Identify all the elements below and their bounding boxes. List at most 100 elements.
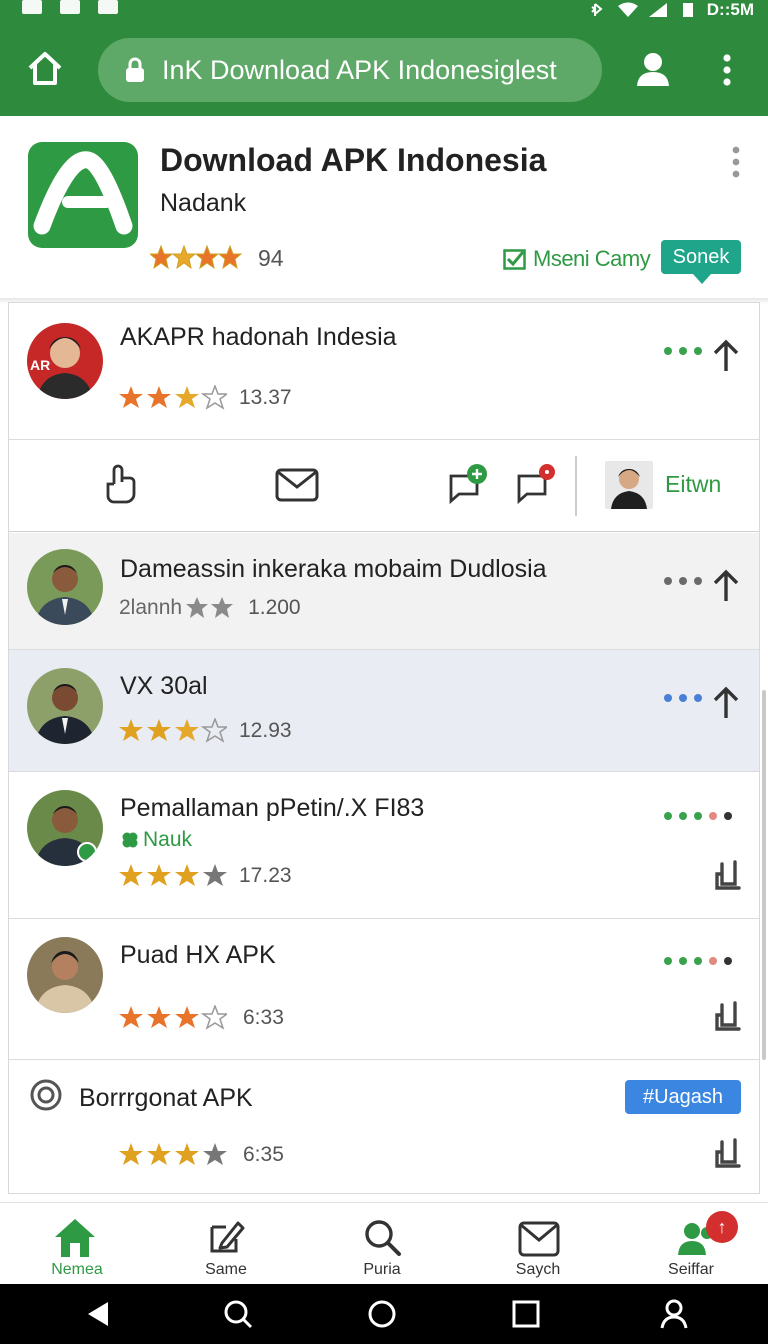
item-title: AKAPR hadonah Indesia (120, 323, 397, 351)
app-logo-icon[interactable] (28, 142, 138, 248)
avatar (27, 937, 103, 1013)
sonek-badge-button[interactable]: Sonek (661, 240, 741, 284)
star-rating-icon (119, 864, 227, 886)
item-rating: 17.23 (119, 863, 292, 889)
svg-text:AR: AR (30, 357, 50, 373)
hand-icon[interactable] (103, 464, 139, 504)
list-item[interactable]: Puad HX APK 6:33 (9, 919, 759, 1060)
signal-icon (648, 3, 667, 17)
assistant-icon[interactable] (658, 1298, 690, 1330)
verified-label: Mseni Camy (503, 246, 651, 272)
item-tag: Nauk (121, 828, 192, 852)
list-item[interactable]: AR AKAPR hadonah Indesia 13.37 (9, 303, 759, 440)
item-badge[interactable]: #Uagash (625, 1080, 741, 1114)
notification-icons (22, 0, 118, 14)
search-icon[interactable] (222, 1298, 254, 1330)
profile-icon[interactable] (632, 48, 674, 90)
item-rating: 6:35 (119, 1142, 284, 1168)
star-rating-icon (150, 244, 242, 270)
app-rating: 94 (150, 244, 284, 272)
download-icon[interactable] (713, 858, 743, 892)
item-rating: 2lannh 1.200 (119, 596, 301, 620)
search-icon (365, 1220, 401, 1256)
clover-icon (122, 832, 138, 848)
avatar (605, 461, 653, 509)
arrow-up-icon[interactable] (711, 686, 741, 720)
avatar (27, 668, 103, 744)
item-rating-value: 13.37 (239, 386, 292, 409)
divider (575, 456, 577, 516)
home-circle-icon[interactable] (366, 1298, 398, 1330)
item-action-bar: Eitwn (9, 440, 759, 532)
item-subtitle: 2lannh (119, 596, 183, 619)
item-rating: 13.37 (119, 385, 292, 411)
avatar (27, 549, 103, 625)
more-dots-icon[interactable] (664, 812, 732, 820)
arrow-up-icon[interactable] (711, 569, 741, 603)
bluetooth-icon (591, 3, 603, 16)
item-rating: 6:33 (119, 1005, 284, 1031)
list-item[interactable]: Damеassin inkeraka mobaim Dudlosia 2lann… (9, 533, 759, 650)
item-title: Damеassin inkeraka mobaim Dudlosia (120, 555, 547, 583)
target-icon (30, 1079, 62, 1111)
item-title: Borrrgonat APK (79, 1084, 253, 1112)
address-bar[interactable]: InK Download APK Indonesiglest (98, 38, 602, 102)
more-dots-icon[interactable] (664, 694, 702, 702)
star-rating-icon (119, 1143, 227, 1165)
action-user-label[interactable]: Eitwn (665, 471, 721, 498)
checkbox-icon (503, 249, 526, 270)
url-text: InK Download APK Indonesiglest (162, 54, 557, 85)
item-title: VX 30al (120, 672, 208, 700)
item-title: Pemallaman pPetin/.X FI83 (120, 794, 425, 822)
chat-add-icon[interactable] (445, 462, 489, 506)
app-developer[interactable]: Nadank (160, 189, 246, 218)
wifi-icon (617, 2, 638, 17)
item-rating-value: 6:35 (243, 1143, 284, 1166)
home-icon[interactable] (24, 48, 66, 90)
download-icon[interactable] (713, 999, 743, 1033)
item-rating-value: 6:33 (243, 1006, 284, 1029)
bottom-nav: Nemea Same Puria Saych ↑ Seiffar (0, 1202, 768, 1284)
notification-icon (22, 0, 42, 14)
list-item[interactable]: Pemallaman pPetin/.X FI83 Nauk 17.23 (9, 772, 759, 919)
item-rating-value: 12.93 (239, 719, 292, 742)
notification-icon (98, 0, 118, 14)
back-icon[interactable] (82, 1298, 114, 1330)
nav-item-same[interactable]: Same (149, 1203, 303, 1285)
more-dots-icon[interactable] (664, 577, 702, 585)
app-rating-value: 94 (258, 244, 284, 271)
system-nav-bar (0, 1284, 768, 1344)
status-time: D::5M (706, 0, 754, 19)
scrollbar[interactable] (762, 690, 766, 1060)
app-title: Download APK Indonesia (160, 142, 547, 178)
recents-icon[interactable] (510, 1298, 542, 1330)
list-item[interactable]: Borrrgonat APK #Uagash 6:35 (9, 1060, 759, 1193)
more-vert-icon[interactable] (714, 50, 740, 90)
app-list: AR AKAPR hadonah Indesia 13.37 Eitwn Dam… (8, 302, 760, 1194)
chat-alert-icon[interactable] (515, 462, 559, 506)
nav-item-saych[interactable]: Saych (461, 1203, 615, 1285)
star-rating-icon (186, 597, 234, 618)
app-header-card: Download APK Indonesia Nadank 94 Mseni C… (0, 116, 768, 302)
arrow-up-icon[interactable] (711, 339, 741, 373)
star-rating-icon (119, 385, 227, 410)
download-icon[interactable] (713, 1136, 743, 1170)
star-rating-icon (119, 1005, 227, 1030)
more-dots-icon[interactable] (664, 957, 732, 965)
mail-icon[interactable] (275, 468, 319, 502)
nav-item-nemea[interactable]: Nemea (0, 1203, 154, 1285)
lock-icon (126, 57, 144, 82)
star-rating-icon (119, 718, 227, 743)
nav-item-puria[interactable]: Puria (305, 1203, 459, 1285)
item-rating-value: 1.200 (248, 596, 301, 619)
battery-icon (682, 3, 693, 17)
item-rating: 12.93 (119, 718, 292, 744)
list-item[interactable]: VX 30al 12.93 (9, 650, 759, 772)
edit-icon (210, 1221, 245, 1253)
home-icon (55, 1219, 95, 1257)
more-vert-icon[interactable] (728, 142, 744, 182)
nav-item-seiffar[interactable]: ↑ Seiffar (614, 1203, 768, 1285)
avatar (27, 790, 103, 866)
status-indicators: D::5M (587, 0, 754, 20)
more-dots-icon[interactable] (664, 347, 702, 355)
